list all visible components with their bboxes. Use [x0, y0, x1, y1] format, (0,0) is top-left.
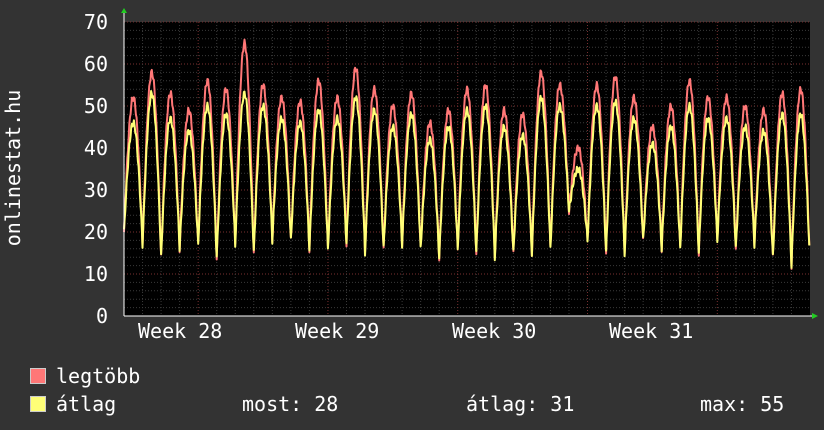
legend-item-avg: átlag: [30, 392, 116, 416]
y-tick-label: 40: [84, 136, 108, 160]
plot-area: [124, 22, 810, 316]
stat-average: átlag: 31: [466, 392, 575, 416]
legend-item-max: legtöbb: [30, 364, 140, 388]
legend-swatch-max: [30, 368, 46, 384]
y-axis-label: onlinestat.hu: [1, 90, 25, 247]
y-tick-label: 30: [84, 178, 108, 202]
x-axis-arrow-icon: [812, 313, 818, 319]
y-tick-label: 60: [84, 52, 108, 76]
legend-label-max: legtöbb: [56, 364, 141, 388]
y-axis-arrow-icon: [121, 8, 127, 13]
y-tick-label: 20: [84, 220, 108, 244]
stat-max: max: 55: [700, 392, 785, 416]
y-tick-label: 50: [84, 94, 108, 118]
y-tick-label: 70: [84, 10, 108, 34]
rrd-graph: 0 10 20 30 40 50 60 70 Week 28 Week 29 Week 30 Week…: [0, 0, 824, 430]
legend-swatch-avg: [30, 396, 46, 412]
x-tick-label: Week 31: [609, 319, 693, 343]
x-tick-label: Week 28: [138, 319, 222, 343]
x-tick-label: Week 30: [452, 319, 536, 343]
stat-now: most: 28: [242, 392, 339, 416]
y-tick-label: 0: [96, 304, 108, 328]
legend-label-avg: átlag: [56, 392, 117, 416]
x-tick-label: Week 29: [295, 319, 379, 343]
y-tick-label: 10: [84, 262, 108, 286]
